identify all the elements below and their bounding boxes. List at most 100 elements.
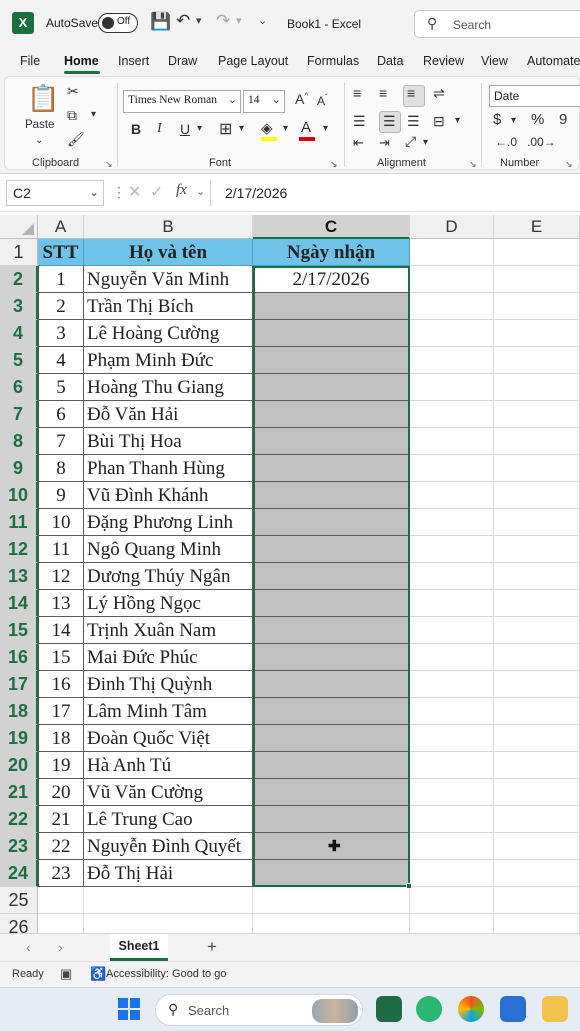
cell-name[interactable]: Lâm Minh Tâm [84, 698, 253, 725]
empty-cell[interactable] [494, 239, 580, 266]
cell-stt[interactable]: 16 [38, 671, 84, 698]
undo-dropdown-icon[interactable]: ▾ [196, 14, 202, 27]
empty-cell[interactable] [410, 401, 494, 428]
empty-cell[interactable] [410, 563, 494, 590]
cell-date[interactable] [253, 698, 410, 725]
top-align-icon[interactable]: ≡ [353, 85, 361, 101]
cell-name[interactable]: Mai Đức Phúc [84, 644, 253, 671]
column-header-c[interactable]: C [253, 215, 410, 239]
empty-cell[interactable] [410, 320, 494, 347]
row-header[interactable]: 25 [0, 887, 38, 914]
empty-cell[interactable] [494, 590, 580, 617]
increase-font-icon[interactable]: A^ [295, 91, 308, 107]
more-options-icon[interactable]: ⋮ [112, 184, 126, 201]
column-header-b[interactable]: B [84, 215, 253, 239]
cell-date[interactable] [253, 725, 410, 752]
cell-date[interactable] [253, 671, 410, 698]
empty-cell[interactable] [410, 779, 494, 806]
row-header[interactable]: 12 [0, 536, 38, 563]
cell-date[interactable] [253, 779, 410, 806]
cell-date[interactable] [253, 617, 410, 644]
cell-stt[interactable]: 20 [38, 779, 84, 806]
cell-date[interactable]: 2/17/2026 [253, 266, 410, 293]
cell-date[interactable] [253, 428, 410, 455]
row-header[interactable]: 11 [0, 509, 38, 536]
cell-stt[interactable]: 22 [38, 833, 84, 860]
cell-stt[interactable]: 15 [38, 644, 84, 671]
accessibility-icon[interactable]: ♿ [90, 966, 106, 982]
cancel-icon[interactable]: ✕ [128, 182, 141, 202]
cell-date[interactable] [253, 860, 410, 887]
cut-icon[interactable]: ✂ [67, 83, 79, 100]
empty-cell[interactable] [410, 374, 494, 401]
empty-cell[interactable] [494, 374, 580, 401]
empty-cell[interactable] [494, 833, 580, 860]
cell-stt[interactable]: 7 [38, 428, 84, 455]
tab-data[interactable]: Data [377, 54, 403, 68]
chevron-down-icon[interactable]: ⌄ [196, 185, 205, 198]
empty-cell[interactable] [410, 887, 494, 914]
cell-stt[interactable]: 5 [38, 374, 84, 401]
percent-icon[interactable]: % [531, 111, 544, 128]
tab-home[interactable]: Home [64, 54, 99, 68]
save-icon[interactable]: 💾 [150, 12, 171, 32]
cell-name[interactable]: Phạm Minh Đức [84, 347, 253, 374]
redo-icon[interactable]: ↷ [216, 11, 230, 31]
copilot-icon[interactable] [458, 996, 484, 1022]
number-format-select[interactable]: Date [489, 85, 580, 107]
cell-name[interactable]: Trịnh Xuân Nam [84, 617, 253, 644]
empty-cell[interactable] [494, 455, 580, 482]
cell-date[interactable] [253, 293, 410, 320]
cell-date[interactable] [253, 536, 410, 563]
tab-insert[interactable]: Insert [118, 54, 149, 68]
font-color-icon[interactable]: A [301, 119, 311, 136]
paste-label[interactable]: Paste [25, 119, 54, 131]
sheet-tab-sheet1[interactable]: Sheet1 [110, 934, 168, 961]
cell-stt[interactable]: 12 [38, 563, 84, 590]
empty-cell[interactable] [410, 725, 494, 752]
row-header[interactable]: 22 [0, 806, 38, 833]
empty-cell[interactable] [410, 590, 494, 617]
file-explorer-icon[interactable] [542, 996, 568, 1022]
decrease-decimal-icon[interactable]: .00→ [527, 135, 556, 149]
empty-cell[interactable] [410, 617, 494, 644]
empty-cell[interactable] [410, 698, 494, 725]
cell-stt[interactable]: 17 [38, 698, 84, 725]
cell-name[interactable]: Hà Anh Tú [84, 752, 253, 779]
cell-date[interactable] [253, 374, 410, 401]
italic-button[interactable]: I [157, 121, 162, 137]
cell-name[interactable]: Ngô Quang Minh [84, 536, 253, 563]
autosave-toggle[interactable]: Off [98, 13, 138, 33]
cell-date[interactable] [253, 509, 410, 536]
merge-dropdown-icon[interactable]: ▾ [455, 115, 460, 126]
cell-stt[interactable]: 18 [38, 725, 84, 752]
row-header[interactable]: 2 [0, 266, 38, 293]
empty-cell[interactable] [494, 644, 580, 671]
row-header[interactable]: 23 [0, 833, 38, 860]
sheet-next-icon[interactable]: › [58, 939, 63, 955]
increase-indent-icon[interactable]: ⇥ [379, 135, 390, 151]
tab-automate[interactable]: Automate [527, 54, 580, 68]
row-header[interactable]: 1 [0, 239, 38, 266]
alignment-launcher-icon[interactable]: ↘ [469, 159, 477, 170]
orientation-dropdown-icon[interactable]: ▾ [423, 137, 428, 148]
search-box[interactable]: ⚲ Search [414, 10, 580, 38]
windows-start-icon[interactable] [118, 998, 140, 1020]
empty-cell[interactable] [494, 509, 580, 536]
excel-taskbar-icon[interactable] [376, 996, 402, 1022]
empty-cell[interactable] [494, 266, 580, 293]
empty-cell[interactable] [494, 536, 580, 563]
empty-cell[interactable] [410, 536, 494, 563]
tab-file[interactable]: File [20, 54, 40, 68]
cell-date[interactable] [253, 401, 410, 428]
header-cell-date[interactable]: Ngày nhận [253, 239, 410, 266]
empty-cell[interactable] [494, 806, 580, 833]
empty-cell[interactable] [494, 401, 580, 428]
paste-icon[interactable]: 📋 [27, 83, 59, 114]
empty-cell[interactable] [494, 320, 580, 347]
fill-color-icon[interactable]: ◈ [261, 119, 273, 137]
select-all-button[interactable] [0, 215, 38, 239]
formula-input[interactable]: 2/17/2026 [225, 185, 287, 201]
tab-page-layout[interactable]: Page Layout [218, 54, 288, 68]
increase-decimal-icon[interactable]: ←.0 [495, 135, 517, 149]
